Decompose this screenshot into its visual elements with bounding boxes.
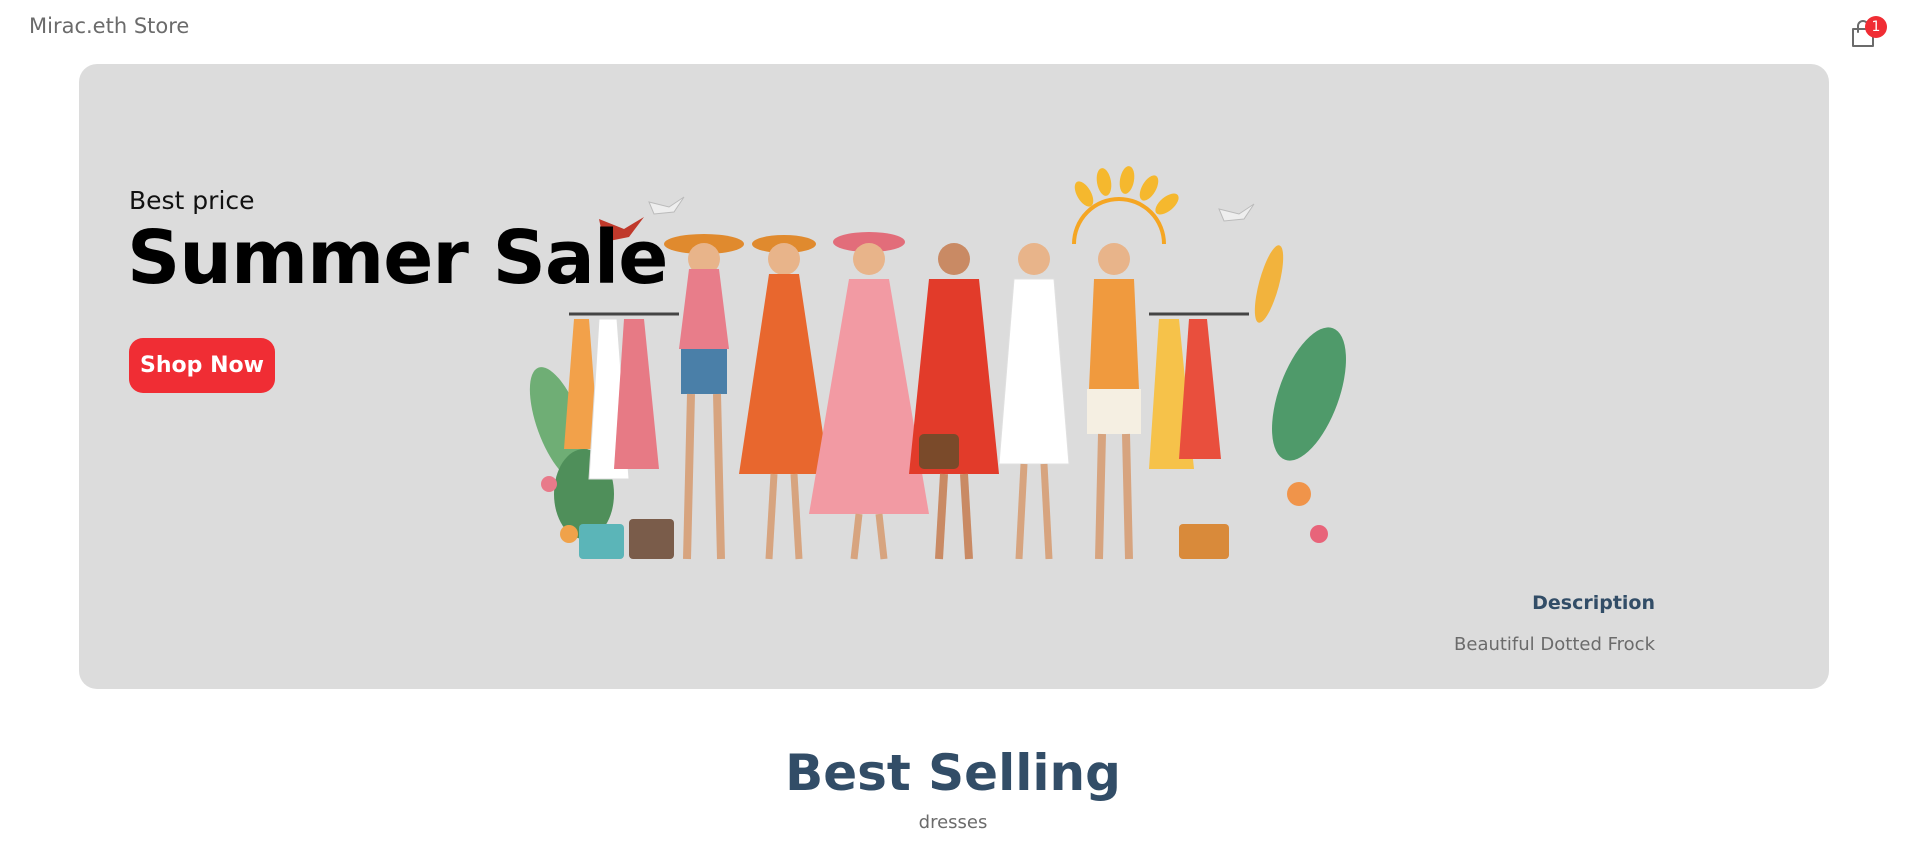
description-text: Beautiful Dotted Frock — [1454, 634, 1655, 655]
description-heading: Description — [1532, 592, 1655, 614]
sun-icon — [1072, 166, 1179, 245]
foliage-right — [1254, 245, 1346, 543]
best-selling-heading: Best Selling — [785, 744, 1121, 802]
clothes-rack-right — [1149, 312, 1249, 559]
shop-now-button[interactable]: Shop Now — [129, 338, 275, 393]
cart-count-badge: 1 — [1865, 16, 1887, 38]
navbar: Mirac.eth Store 1 — [0, 0, 1906, 62]
cart-button[interactable]: 1 — [1848, 16, 1887, 50]
hero-small-text: Best price — [129, 186, 255, 215]
hero-banner: Best price Summer Sale Shop Now Descript… — [79, 64, 1829, 689]
fashion-figures — [664, 232, 1141, 560]
store-logo-link[interactable]: Mirac.eth Store — [29, 14, 189, 38]
hero-title: Summer Sale — [127, 215, 668, 301]
best-selling-subtitle: dresses — [918, 812, 988, 833]
